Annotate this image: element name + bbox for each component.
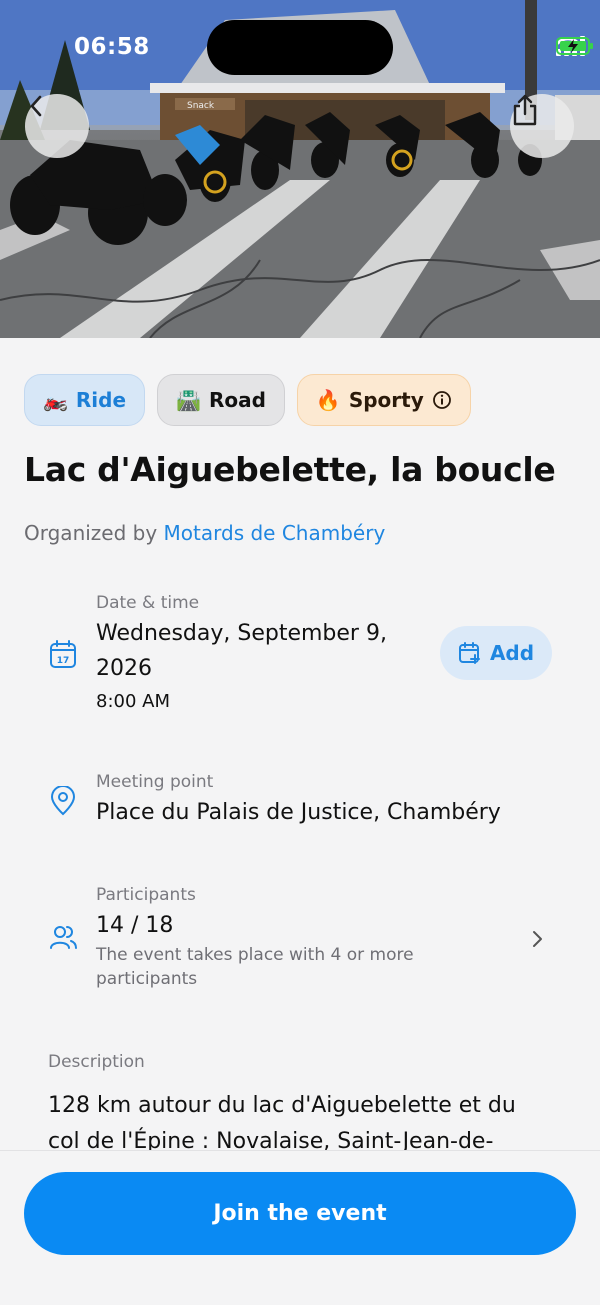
tag-ride[interactable]: 🏍️ Ride [24,374,146,426]
share-icon [513,94,537,126]
meeting-point-value: Place du Palais de Justice, Chambéry [96,800,501,825]
tag-road[interactable]: 🛣️ Road [157,374,285,426]
share-button[interactable] [510,94,574,158]
tag-ride-label: Ride [75,388,127,412]
organizer-prefix: Organized by [24,521,158,545]
description-label: Description [48,1052,145,1072]
participants-note-line2: participants [96,969,198,989]
info-icon[interactable] [432,390,452,410]
event-title: Lac d'Aiguebelette, la boucle [24,450,556,489]
dynamic-island [207,20,393,75]
battery-charging-icon [556,37,593,55]
bottom-action-bar: Join the event [0,1150,600,1305]
date-value-line1: Wednesday, September 9, [96,621,387,646]
calendar-icon: 17 [50,640,76,668]
participants-note-line1: The event takes place with 4 or more [96,945,414,965]
organizer-link[interactable]: Motards de Chambéry [164,521,386,545]
time-value: 8:00 AM [96,691,170,712]
motorcycle-icon: 🏍️ [43,388,68,412]
tag-road-label: Road [208,388,266,412]
snack-sign: Snack [187,101,215,111]
back-button[interactable] [25,94,89,158]
calendar-add-icon [458,642,480,664]
users-icon [50,926,77,949]
organizer-line: Organized by Motards de Chambéry [24,521,385,545]
fire-icon: 🔥 [315,388,341,412]
road-icon: 🛣️ [176,388,201,412]
meeting-point-label: Meeting point [96,772,214,792]
chevron-left-icon [30,95,42,117]
chevron-right-icon [533,931,542,947]
add-to-calendar-button[interactable]: Add [440,626,552,680]
calendar-icon-day: 17 [57,656,70,666]
join-event-button[interactable]: Join the event [24,1172,576,1255]
add-button-label: Add [489,641,535,665]
tag-sporty-label: Sporty [348,388,424,412]
description-line1: 128 km autour du lac d'Aiguebelette et d… [48,1093,516,1118]
participants-count: 14 / 18 [96,913,174,938]
status-bar-time: 06:58 [74,34,150,60]
event-tags: 🏍️ Ride 🛣️ Road 🔥 Sporty [24,374,471,426]
event-cover-photo: Snack 06:58 [0,0,600,338]
date-label: Date & time [96,593,200,613]
tag-sporty[interactable]: 🔥 Sporty [296,374,471,426]
location-pin-icon [50,786,76,816]
date-value-line2: 2026 [96,656,152,681]
participants-label: Participants [96,885,196,905]
